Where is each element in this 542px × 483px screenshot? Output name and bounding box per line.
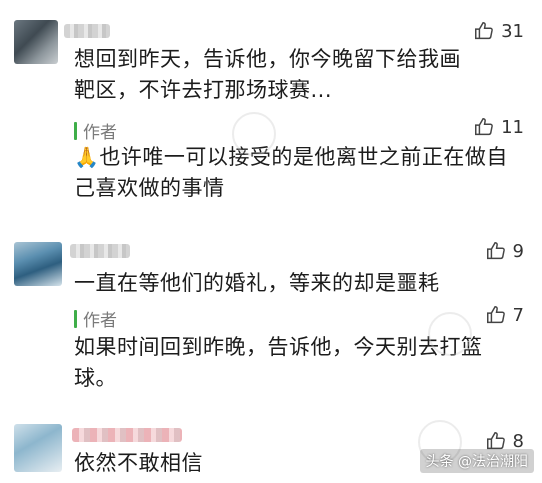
like-button[interactable]: 9 bbox=[485, 240, 524, 262]
blurred-username bbox=[70, 244, 130, 258]
watermark: 头条 @法治潮阳 bbox=[419, 449, 534, 473]
reply-text: 🙏也许唯一可以接受的是他离世之前正在做自己喜欢做的事情 bbox=[74, 142, 514, 204]
reply-body: 也许唯一可以接受的是他离世之前正在做自己喜欢做的事情 bbox=[74, 145, 508, 200]
comment-text: 一直在等他们的婚礼，等来的却是噩耗 bbox=[74, 271, 440, 295]
like-button[interactable]: 7 bbox=[485, 304, 524, 326]
thumbs-up-icon bbox=[475, 22, 493, 40]
watermark-logo bbox=[232, 112, 276, 156]
avatar[interactable] bbox=[14, 20, 58, 64]
blurred-username bbox=[64, 24, 110, 38]
avatar[interactable] bbox=[14, 242, 62, 286]
like-button[interactable]: 31 bbox=[473, 20, 524, 42]
watermark-logo bbox=[428, 312, 472, 356]
author-tag: 作者 bbox=[74, 306, 117, 331]
author-tag: 作者 bbox=[74, 118, 117, 143]
author-label: 作者 bbox=[83, 311, 117, 331]
author-marker bbox=[74, 309, 77, 328]
thumbs-up-icon bbox=[475, 118, 493, 136]
author-marker bbox=[74, 121, 77, 140]
comment-text: 依然不敢相信 bbox=[74, 451, 203, 475]
like-count: 7 bbox=[512, 304, 524, 326]
pray-emoji-icon: 🙏 bbox=[74, 145, 100, 169]
thumbs-up-icon bbox=[486, 242, 505, 260]
comment-text: 想回到昨天，告诉他，你今晚留下给我画靶区，不许去打那场球赛... bbox=[74, 47, 461, 102]
like-count: 31 bbox=[501, 20, 524, 42]
avatar[interactable] bbox=[14, 424, 62, 472]
like-count: 9 bbox=[512, 240, 524, 262]
author-label: 作者 bbox=[83, 123, 117, 143]
thumbs-up-icon bbox=[486, 306, 505, 324]
like-count: 11 bbox=[501, 116, 524, 138]
like-button[interactable]: 11 bbox=[473, 116, 524, 138]
blurred-username bbox=[72, 428, 182, 442]
